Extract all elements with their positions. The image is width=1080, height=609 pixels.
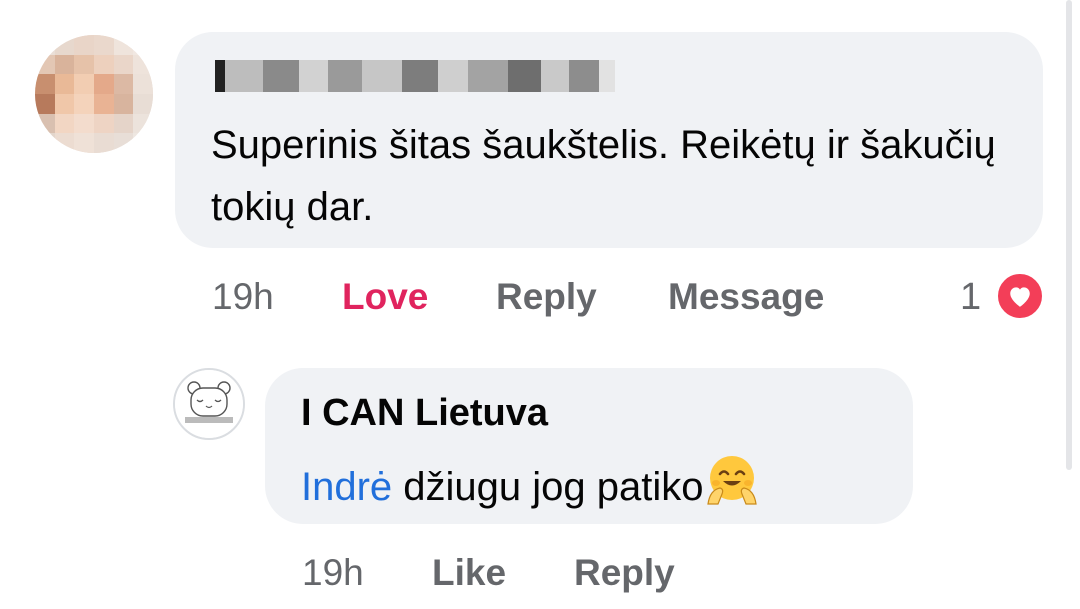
reply-timestamp[interactable]: 19h — [302, 548, 364, 598]
timestamp[interactable]: 19h — [212, 272, 274, 322]
reaction-count[interactable]: 1 — [960, 272, 981, 322]
blurred-author-name[interactable] — [215, 60, 615, 92]
message-button[interactable]: Message — [668, 272, 824, 322]
reply-text: Indrė džiugu jog patiko — [301, 452, 760, 510]
reply-author[interactable]: I CAN Lietuva — [301, 392, 548, 435]
commenter-avatar[interactable] — [35, 35, 153, 153]
hugging-face-icon — [704, 452, 760, 508]
reply-message: džiugu jog patiko — [392, 465, 704, 509]
heart-icon[interactable] — [996, 272, 1044, 320]
mention-link[interactable]: Indrė — [301, 465, 392, 509]
scrollbar[interactable] — [1066, 0, 1072, 470]
comment-actions: 19h Love Reply Message 1 — [212, 272, 1044, 322]
page-avatar[interactable] — [173, 368, 245, 440]
reply-bubble: I CAN Lietuva Indrė džiugu jog patiko — [265, 368, 913, 524]
love-button[interactable]: Love — [342, 272, 428, 322]
blurred-avatar-image — [35, 35, 153, 153]
like-button[interactable]: Like — [432, 548, 506, 598]
bear-logo-icon — [175, 370, 243, 438]
reply-actions: 19h Like Reply — [302, 548, 802, 598]
reply-button[interactable]: Reply — [496, 272, 597, 322]
comment-bubble: Superinis šitas šaukštelis. Reikėtų ir š… — [175, 32, 1043, 248]
reply-button[interactable]: Reply — [574, 548, 675, 598]
comment-text: Superinis šitas šaukštelis. Reikėtų ir š… — [211, 123, 996, 229]
